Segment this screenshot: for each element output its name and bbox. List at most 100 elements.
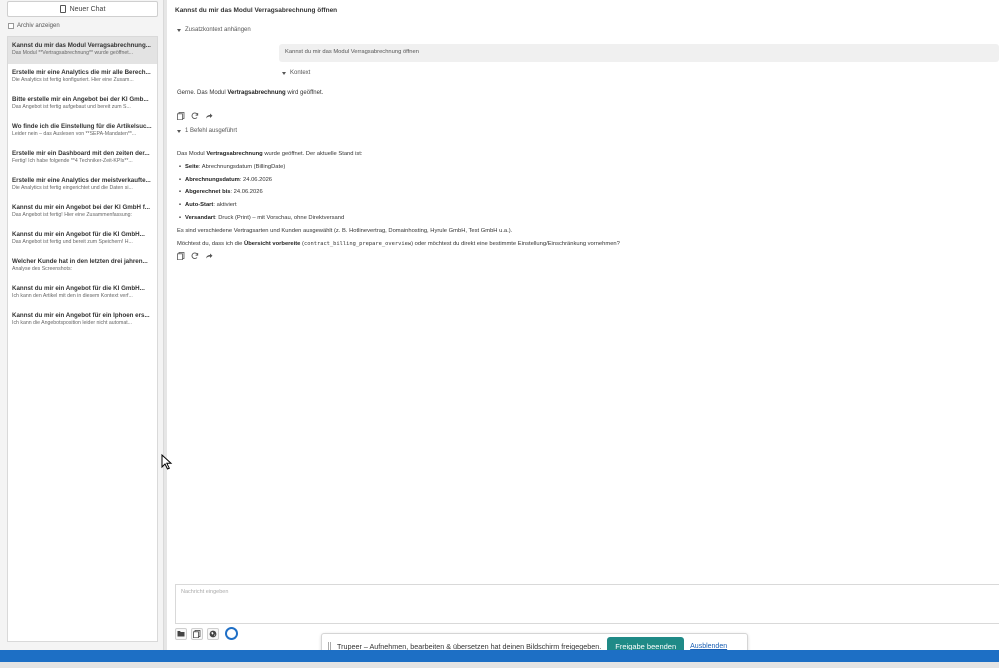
item-label: Abgerechnet bis — [185, 189, 231, 196]
chat-title: Kannst du mir ein Angebot bei der KI Gmb… — [12, 204, 150, 211]
reply-prefix: Gerne. Das Modul — [177, 90, 228, 96]
chat-item[interactable]: Erstelle mir eine Analytics der meistver… — [8, 172, 157, 199]
chat-list: Kannst du mir das Modul Verragsabrechnun… — [7, 36, 158, 642]
question-code: contract_billing_prepare_overview — [303, 240, 412, 247]
loading-ring-icon — [225, 627, 238, 640]
chat-snippet: Leider nein – das Auslesen von **SEPA-Ma… — [12, 131, 137, 137]
answer-question: Möchtest du, dass ich die Übersicht vorb… — [177, 238, 977, 251]
user-message-text: Kannst du mir das Modul Verragsabrechnun… — [285, 49, 419, 55]
answer-intro-prefix: Das Modul — [177, 151, 207, 157]
reply-suffix: wird geöffnet. — [285, 90, 324, 96]
chat-title: Bitte erstelle mir ein Angebot bei der K… — [12, 96, 149, 103]
chat-item[interactable]: Welcher Kunde hat in den letzten drei ja… — [8, 253, 157, 280]
copy-icon[interactable] — [177, 112, 185, 120]
input-toolbar — [175, 627, 238, 640]
item-value: : 24.06.2026 — [230, 189, 263, 196]
item-label: Auto-Start — [185, 202, 214, 209]
chat-snippet: Die Analytics ist fertig konfiguriert. H… — [12, 77, 134, 83]
question-suffix: ) oder möchtest du direkt eine bestimmte… — [411, 240, 620, 247]
message-input[interactable]: Nachricht eingeben — [175, 584, 999, 624]
reply-actions — [177, 112, 213, 120]
share-icon[interactable] — [205, 252, 213, 260]
answer-list-item: Abgerechnet bis: 24.06.2026 — [179, 186, 977, 199]
chat-title: Erstelle mir ein Dashboard mit den zeite… — [12, 150, 150, 157]
answer-intro: Das Modul Vertragsabrechnung wurde geöff… — [177, 148, 977, 161]
chat-title: Erstelle mir eine Analytics der meistver… — [12, 177, 151, 184]
chat-snippet: Das Angebot ist fertig! Hier eine Zusamm… — [12, 212, 132, 218]
chat-snippet: Das Angebot ist fertig und bereit zum Sp… — [12, 239, 133, 245]
caret-down-icon — [177, 28, 181, 32]
share-icon[interactable] — [205, 112, 213, 120]
chat-title-header: Kannst du mir das Modul Verragsabrechnun… — [175, 7, 338, 14]
chat-item[interactable]: Wo finde ich die Einstellung für die Art… — [8, 118, 157, 145]
item-value: : 24.06.2026 — [239, 176, 273, 183]
chat-main: Kannst du mir das Modul Verragsabrechnun… — [167, 0, 999, 650]
answer-actions — [177, 252, 213, 260]
chat-snippet: Ich kann die Angebotsposition leider nic… — [12, 320, 132, 326]
chat-title: Kannst du mir das Modul Verragsabrechnun… — [12, 42, 151, 49]
new-chat-button[interactable]: Neuer Chat — [7, 1, 158, 17]
mouse-cursor-icon — [161, 453, 173, 472]
chat-title: Kannst du mir ein Angebot für ein Iphoen… — [12, 312, 150, 319]
chat-title: Kannst du mir ein Angebot für die KI Gmb… — [12, 285, 145, 292]
chat-item[interactable]: Kannst du mir ein Angebot für die KI Gmb… — [8, 280, 157, 307]
taskbar-strip — [0, 650, 999, 662]
zusatzkontext-toggle[interactable]: Zusatzkontext anhängen — [177, 27, 251, 33]
assistant-reply: Gerne. Das Modul Vertragsabrechnung wird… — [177, 90, 323, 96]
item-value: : aktiviert — [213, 202, 237, 209]
copy-icon[interactable] — [191, 627, 203, 640]
reply-bold: Vertragsabrechnung — [227, 90, 286, 96]
zusatzkontext-label: Zusatzkontext anhängen — [185, 27, 251, 33]
answer-line2: Es sind verschiedene Vertragsarten und K… — [177, 227, 513, 234]
hide-link[interactable]: Ausblenden — [690, 643, 727, 650]
chat-snippet: Analyse des Screenshots: — [12, 266, 72, 272]
chat-item[interactable]: Kannst du mir ein Angebot für die KI Gmb… — [8, 226, 157, 253]
globe-icon[interactable] — [207, 627, 219, 640]
answer-list-item: Seite: Abrechnungsdatum (BillingDate) — [179, 161, 977, 174]
chat-snippet: Ich kann den Artikel mit den in diesem K… — [12, 293, 133, 299]
chat-item[interactable]: Kannst du mir ein Angebot bei der KI Gmb… — [8, 199, 157, 226]
chat-item[interactable]: Erstelle mir eine Analytics die mir alle… — [8, 64, 157, 91]
answer-intro-bold: Vertragsabrechnung — [206, 151, 263, 157]
answer-list: Seite: Abrechnungsdatum (BillingDate) Ab… — [177, 161, 977, 225]
taskbar-bottom — [0, 662, 999, 668]
chat-sidebar: Neuer Chat Archiv anzeigen Kannst du mir… — [0, 0, 164, 650]
item-label: Abrechnungsdatum — [185, 176, 240, 183]
befehl-label: 1 Befehl ausgeführt — [185, 128, 238, 134]
answer-intro-suffix: wurde geöffnet. Der aktuelle Stand ist: — [262, 151, 363, 157]
chat-title: Welcher Kunde hat in den letzten drei ja… — [12, 258, 148, 265]
folder-icon[interactable] — [175, 627, 187, 640]
chat-title: Erstelle mir eine Analytics die mir alle… — [12, 69, 151, 76]
refresh-icon[interactable] — [191, 252, 199, 260]
copy-icon[interactable] — [177, 252, 185, 260]
chat-snippet: Die Analytics ist fertig eingerichtet un… — [12, 185, 133, 191]
answer-list-item: Versandart: Druck (Print) – mit Vorschau… — [179, 212, 977, 225]
item-value: : Abrechnungsdatum (BillingDate) — [198, 163, 286, 170]
item-label: Versandart — [185, 214, 215, 221]
chat-item[interactable]: Kannst du mir ein Angebot für ein Iphoen… — [8, 307, 157, 334]
chat-title: Kannst du mir ein Angebot für die KI Gmb… — [12, 231, 145, 238]
refresh-icon[interactable] — [191, 112, 199, 120]
document-icon — [59, 5, 66, 13]
chat-item[interactable]: Bitte erstelle mir ein Angebot bei der K… — [8, 91, 157, 118]
kontext-label: Kontext — [290, 70, 311, 76]
answer-list-item: Auto-Start: aktiviert — [179, 199, 977, 212]
item-label: Seite — [185, 163, 199, 170]
chat-snippet: Das Angebot ist fertig aufgebaut und ber… — [12, 104, 131, 110]
assistant-answer: Das Modul Vertragsabrechnung wurde geöff… — [177, 148, 977, 250]
chat-snippet: Das Modul **Vertragsabrechnung** wurde g… — [12, 50, 134, 56]
chat-snippet: Fertig! Ich habe folgende **4 Techniker-… — [12, 158, 133, 164]
user-message-bubble: Kannst du mir das Modul Verragsabrechnun… — [279, 44, 999, 62]
kontext-toggle[interactable]: Kontext — [282, 70, 310, 76]
new-chat-label: Neuer Chat — [69, 5, 106, 13]
caret-down-icon — [282, 71, 286, 75]
befehl-toggle[interactable]: 1 Befehl ausgeführt — [177, 128, 237, 134]
archive-checkbox[interactable] — [8, 23, 14, 29]
chat-item[interactable]: Kannst du mir das Modul Verragsabrechnun… — [8, 37, 157, 64]
caret-down-icon — [177, 129, 181, 133]
answer-list-item: Abrechnungsdatum: 24.06.2026 — [179, 174, 977, 187]
archive-toggle[interactable]: Archiv anzeigen — [8, 23, 60, 29]
item-value: : Druck (Print) – mit Vorschau, ohne Dir… — [215, 214, 345, 221]
question-bold: Übersicht vorbereite — [244, 240, 301, 247]
chat-item[interactable]: Erstelle mir ein Dashboard mit den zeite… — [8, 145, 157, 172]
